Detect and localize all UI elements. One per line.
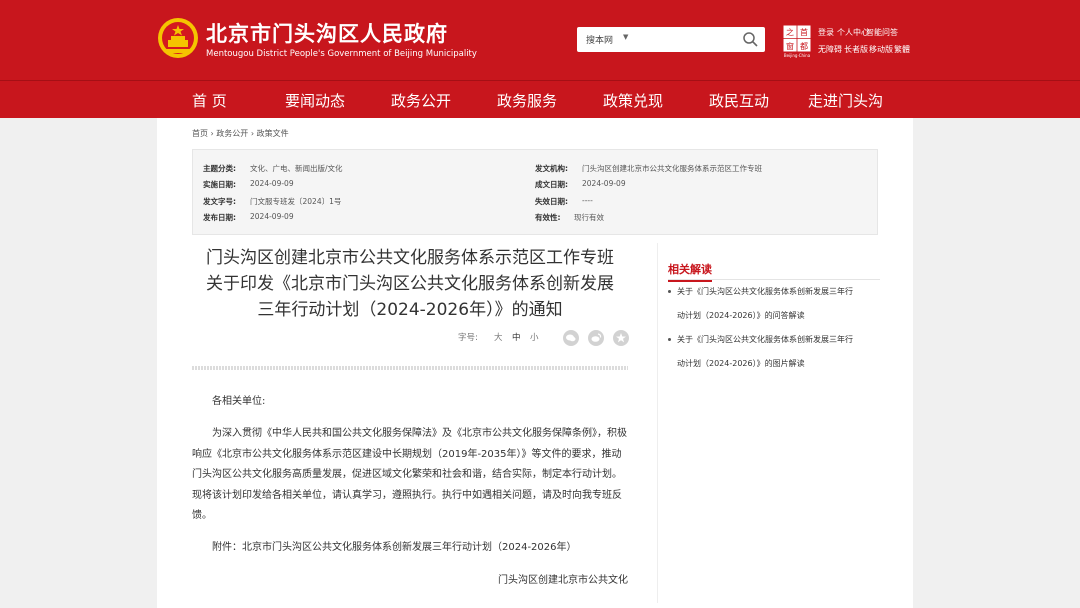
breadcrumb-separator: › (210, 129, 214, 138)
meta-value: 2024-09-09 (250, 179, 294, 188)
national-emblem-icon[interactable] (157, 17, 199, 59)
nav-item-about-mentougou[interactable]: 走进门头沟 (808, 90, 883, 111)
smart-qa-link[interactable]: 智能问答 (866, 27, 898, 38)
related-link-qa[interactable]: 关于《门头沟区公共文化服务体系创新发展三年行 动计划（2024-2026）》的问… (668, 280, 880, 328)
nav-item-policy[interactable]: 政策兑现 (603, 90, 663, 111)
breadcrumb-policy-docs[interactable]: 政策文件 (257, 129, 289, 138)
font-size-label: 字号: (458, 333, 478, 343)
title-divider (192, 366, 628, 370)
font-size-large-button[interactable]: 大 (494, 331, 503, 343)
breadcrumb: 首页 › 政务公开 › 政策文件 (192, 128, 289, 139)
svg-text:都: 都 (800, 42, 808, 51)
meta-value: 门头沟区创建北京市公共文化服务体系示范区工作专班 (582, 164, 762, 173)
meta-key: 成文日期: (535, 180, 568, 189)
site-header: 北京市门头沟区人民政府 Mentougou District People's … (0, 0, 1080, 81)
meta-value: 文化、广电、新闻出版/文化 (250, 164, 343, 173)
nav-item-home[interactable]: 首 页 (192, 90, 227, 111)
nav-item-news[interactable]: 要闻动态 (285, 90, 345, 111)
document-body: 为深入贯彻《中华人民共和国公共文化服务保障法》及《北京市公共文化服务保障条例》，… (192, 428, 627, 521)
star-icon[interactable] (613, 330, 629, 346)
accessibility-link[interactable]: 无障碍 (818, 44, 842, 55)
font-size-medium-button[interactable]: 中 (512, 331, 521, 343)
site-subtitle: Mentougou District People's Government o… (206, 49, 477, 59)
weibo-icon[interactable] (588, 330, 604, 346)
column-divider (657, 243, 658, 603)
meta-value: 现行有效 (574, 213, 604, 222)
search-scope-select[interactable]: 搜本网 (586, 33, 613, 46)
svg-text:首: 首 (800, 27, 808, 37)
meta-key: 实施日期: (203, 180, 236, 189)
document-metadata: 主题分类: 文化、广电、新闻出版/文化 实施日期: 2024-09-09 发文字… (192, 149, 878, 235)
related-link-line[interactable]: 动计划（2024-2026）》的图片解读 (668, 352, 880, 376)
wechat-icon[interactable] (563, 330, 579, 346)
breadcrumb-separator: › (250, 129, 255, 138)
related-link-line[interactable]: 关于《门头沟区公共文化服务体系创新发展三年行 (677, 335, 853, 344)
breadcrumb-gov-disclosure[interactable]: 政务公开 (216, 129, 248, 138)
site-title[interactable]: 北京市门头沟区人民政府 (206, 18, 448, 48)
meta-value: 2024-09-09 (582, 179, 626, 188)
nav-item-gov-services[interactable]: 政务服务 (497, 90, 557, 111)
search-box[interactable]: 搜本网 ▼ (577, 27, 765, 52)
meta-key: 发文机构: (535, 164, 568, 173)
mobile-version-link[interactable]: 移动版 (869, 44, 893, 55)
meta-value: 门文服专班发〔2024〕1号 (250, 197, 342, 206)
meta-value: ---- (582, 196, 593, 205)
document-signature: 门头沟区创建北京市公共文化 (498, 575, 628, 586)
capital-window-logo[interactable]: 首 都 之 窗 Beijing·China (782, 24, 812, 58)
svg-text:之: 之 (786, 27, 794, 37)
content-panel: 首页 › 政务公开 › 政策文件 主题分类: 文化、广电、新闻出版/文化 实施日… (157, 118, 913, 608)
meta-key: 有效性: (535, 213, 561, 222)
document-attachment[interactable]: 附件：北京市门头沟区公共文化服务体系创新发展三年行动计划（2024-2026年） (192, 538, 628, 559)
login-link[interactable]: 登录 (818, 27, 834, 38)
main-nav: 首 页 要闻动态 政务公开 政务服务 政策兑现 政民互动 走进门头沟 (0, 81, 1080, 118)
nav-item-gov-disclosure[interactable]: 政务公开 (391, 90, 451, 111)
title-line: 三年行动计划（2024-2026年）》的通知 (257, 300, 563, 320)
elder-version-link[interactable]: 长者版 (844, 44, 868, 55)
bullet-icon (668, 290, 671, 293)
related-link-image[interactable]: 关于《门头沟区公共文化服务体系创新发展三年行 动计划（2024-2026）》的图… (668, 328, 880, 376)
title-line: 门头沟区创建北京市公共文化服务体系示范区工作专班 (206, 248, 614, 268)
meta-key: 失效日期: (535, 197, 568, 206)
chevron-down-icon[interactable]: ▼ (623, 33, 628, 41)
search-icon[interactable] (742, 31, 759, 48)
bullet-icon (668, 338, 671, 341)
meta-key: 发文字号: (203, 197, 236, 206)
document-title: 门头沟区创建北京市公共文化服务体系示范区工作专班 关于印发《北京市门头沟区公共文… (192, 245, 628, 323)
breadcrumb-home[interactable]: 首页 (192, 129, 208, 138)
meta-key: 主题分类: (203, 164, 236, 173)
related-link-line[interactable]: 动计划（2024-2026）》的问答解读 (668, 304, 880, 328)
svg-text:Beijing·China: Beijing·China (784, 53, 811, 58)
related-link-line[interactable]: 关于《门头沟区公共文化服务体系创新发展三年行 (677, 287, 853, 296)
font-size-small-button[interactable]: 小 (530, 331, 539, 343)
title-line: 关于印发《北京市门头沟区公共文化服务体系创新发展 (206, 274, 614, 294)
meta-value: 2024-09-09 (250, 212, 294, 221)
nav-item-interaction[interactable]: 政民互动 (709, 90, 769, 111)
traditional-chinese-link[interactable]: 繁體 (894, 44, 910, 55)
meta-key: 发布日期: (203, 213, 236, 222)
personal-center-link[interactable]: 个人中心 (837, 27, 869, 38)
document-salutation: 各相关单位: (212, 396, 266, 407)
svg-text:窗: 窗 (786, 41, 794, 51)
